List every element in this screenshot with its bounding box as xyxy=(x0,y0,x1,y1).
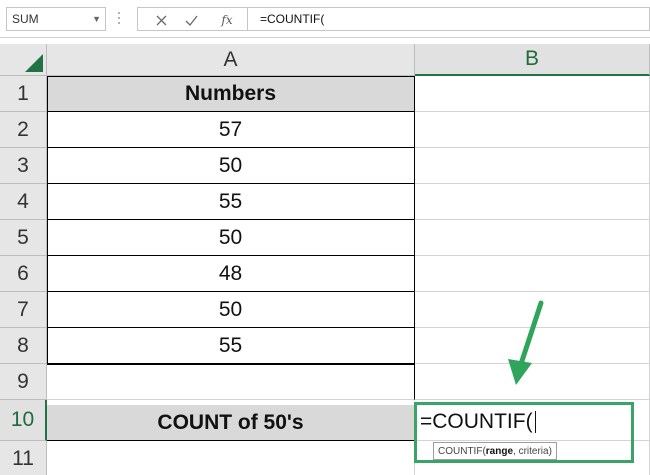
active-cell-formula: =COUNTIF( xyxy=(420,409,533,433)
insert-function-button[interactable]: fx xyxy=(216,10,238,30)
tooltip-rest[interactable]: , criteria) xyxy=(513,446,552,457)
cell-b3[interactable] xyxy=(415,148,650,184)
select-all-button[interactable] xyxy=(0,44,47,76)
chevron-down-icon[interactable]: ▼ xyxy=(92,12,101,26)
drag-handle-icon[interactable] xyxy=(117,9,121,29)
row-header-4[interactable]: 4 xyxy=(0,184,47,220)
text-caret xyxy=(534,410,536,433)
arrow-icon xyxy=(508,300,544,385)
cell-a11[interactable] xyxy=(47,441,415,475)
formula-text: =COUNTIF( xyxy=(260,12,325,26)
close-icon[interactable] xyxy=(150,10,172,30)
row-header-1[interactable]: 1 xyxy=(0,76,47,112)
cell-a10-summary[interactable]: COUNT of 50's xyxy=(47,405,415,441)
column-header-a[interactable]: A xyxy=(47,44,415,76)
cell-a3[interactable]: 50 xyxy=(47,148,415,184)
function-tooltip[interactable]: COUNTIF(range, criteria) xyxy=(433,442,557,460)
row-header-8[interactable]: 8 xyxy=(0,328,47,364)
cell-b4[interactable] xyxy=(415,184,650,220)
row-header-6[interactable]: 6 xyxy=(0,256,47,292)
formula-input[interactable]: =COUNTIF( xyxy=(247,7,650,31)
tooltip-function: COUNTIF( xyxy=(438,445,486,457)
cell-a6[interactable]: 48 xyxy=(47,256,415,292)
formula-bar: SUM ▼ fx =COUNTIF( xyxy=(0,0,650,38)
row-header-9[interactable]: 9 xyxy=(0,364,47,400)
cell-a1-header[interactable]: Numbers xyxy=(47,76,415,112)
row-header-2[interactable]: 2 xyxy=(0,112,47,148)
checkmark-icon[interactable] xyxy=(180,10,202,30)
formula-buttons: fx xyxy=(137,7,247,31)
cell-a2[interactable]: 57 xyxy=(47,112,415,148)
select-all-triangle-icon xyxy=(25,54,43,72)
active-cell-editor[interactable]: =COUNTIF( xyxy=(417,405,536,438)
cell-b6[interactable] xyxy=(415,256,650,292)
cell-a5[interactable]: 50 xyxy=(47,220,415,256)
cell-b2[interactable] xyxy=(415,112,650,148)
spreadsheet-grid: A B 1 2 3 4 5 6 7 8 9 10 11 Numbers 57 5… xyxy=(0,44,650,475)
fx-icon: fx xyxy=(221,13,233,27)
cell-a4[interactable]: 55 xyxy=(47,184,415,220)
cell-a9[interactable] xyxy=(47,364,415,400)
name-box[interactable]: SUM ▼ xyxy=(6,7,106,31)
cell-b5[interactable] xyxy=(415,220,650,256)
cell-a7[interactable]: 50 xyxy=(47,292,415,328)
cell-a8[interactable]: 55 xyxy=(47,328,415,364)
row-header-10[interactable]: 10 xyxy=(0,400,47,441)
row-header-11[interactable]: 11 xyxy=(0,441,47,475)
row-header-3[interactable]: 3 xyxy=(0,148,47,184)
row-header-7[interactable]: 7 xyxy=(0,292,47,328)
cell-b1[interactable] xyxy=(415,76,650,112)
column-header-b[interactable]: B xyxy=(415,44,650,76)
tooltip-current-arg[interactable]: range xyxy=(486,446,513,457)
name-box-value: SUM xyxy=(12,12,39,26)
row-header-5[interactable]: 5 xyxy=(0,220,47,256)
